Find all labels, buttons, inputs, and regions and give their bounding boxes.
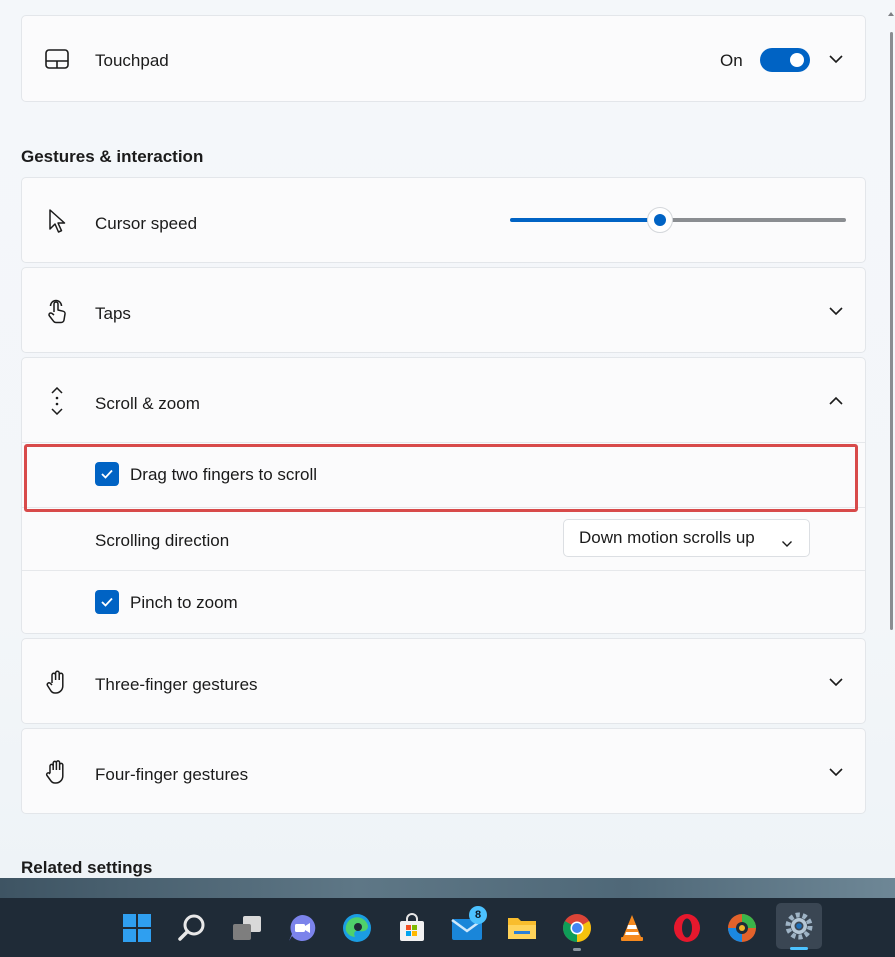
mail-badge: 8 bbox=[469, 906, 487, 924]
three-finger-card[interactable]: Three-finger gestures bbox=[21, 638, 866, 724]
divider bbox=[22, 442, 865, 443]
scrolling-direction-dropdown[interactable]: Down motion scrolls up bbox=[563, 519, 810, 557]
touchpad-label: Touchpad bbox=[95, 51, 169, 71]
chrome-icon[interactable] bbox=[557, 908, 597, 948]
scroll-arrows-icon bbox=[44, 388, 70, 414]
chevron-down-icon[interactable] bbox=[827, 302, 845, 320]
cursor-speed-card: Cursor speed bbox=[21, 177, 866, 263]
taps-label: Taps bbox=[95, 304, 131, 324]
start-icon[interactable] bbox=[117, 908, 157, 948]
touchpad-card[interactable]: Touchpad On bbox=[21, 15, 866, 102]
opera-icon[interactable] bbox=[667, 908, 707, 948]
task-view-icon[interactable] bbox=[227, 908, 267, 948]
three-finger-label: Three-finger gestures bbox=[95, 675, 258, 695]
scrollbar[interactable] bbox=[890, 32, 893, 630]
desktop-wallpaper bbox=[0, 878, 895, 898]
chevron-down-icon bbox=[781, 533, 793, 553]
scrolling-direction-label: Scrolling direction bbox=[95, 531, 229, 551]
chevron-up-icon[interactable] bbox=[827, 392, 845, 410]
taskbar: 8 bbox=[0, 898, 895, 957]
touchpad-toggle[interactable] bbox=[760, 48, 810, 72]
cursor-speed-label: Cursor speed bbox=[95, 214, 197, 234]
running-indicator bbox=[573, 948, 581, 951]
active-indicator bbox=[790, 947, 808, 950]
chevron-down-icon[interactable] bbox=[827, 50, 845, 68]
pinch-to-zoom-label: Pinch to zoom bbox=[130, 593, 238, 613]
settings-icon[interactable] bbox=[776, 903, 822, 949]
scrolling-direction-value: Down motion scrolls up bbox=[579, 528, 755, 548]
edge-dev-icon[interactable] bbox=[722, 908, 762, 948]
related-settings-title: Related settings bbox=[21, 858, 152, 878]
scroll-zoom-label: Scroll & zoom bbox=[95, 394, 200, 414]
tap-icon bbox=[44, 298, 70, 324]
pinch-to-zoom-checkbox[interactable] bbox=[95, 590, 119, 614]
gestures-section-title: Gestures & interaction bbox=[21, 147, 203, 167]
cursor-icon bbox=[44, 208, 70, 234]
file-explorer-icon[interactable] bbox=[502, 908, 542, 948]
divider bbox=[22, 570, 865, 571]
highlight-box bbox=[24, 444, 858, 512]
touchpad-icon bbox=[44, 46, 70, 72]
chevron-down-icon[interactable] bbox=[827, 673, 845, 691]
search-icon[interactable] bbox=[172, 908, 212, 948]
scroll-up-arrow[interactable] bbox=[888, 12, 894, 16]
touchpad-state-label: On bbox=[720, 51, 743, 71]
edge-icon[interactable] bbox=[337, 908, 377, 948]
three-finger-hand-icon bbox=[44, 669, 70, 695]
cursor-speed-slider-thumb[interactable] bbox=[647, 207, 673, 233]
vlc-icon[interactable] bbox=[612, 908, 652, 948]
teams-chat-icon[interactable] bbox=[282, 908, 322, 948]
four-finger-label: Four-finger gestures bbox=[95, 765, 248, 785]
taps-card[interactable]: Taps bbox=[21, 267, 866, 353]
settings-page: Touchpad On Gestures & interaction Curso… bbox=[0, 0, 895, 878]
mail-icon[interactable]: 8 bbox=[447, 908, 487, 948]
chevron-down-icon[interactable] bbox=[827, 763, 845, 781]
four-finger-card[interactable]: Four-finger gestures bbox=[21, 728, 866, 814]
four-finger-hand-icon bbox=[44, 759, 70, 785]
store-icon[interactable] bbox=[392, 908, 432, 948]
cursor-speed-track-filled bbox=[510, 218, 660, 222]
cursor-speed-track bbox=[660, 218, 846, 222]
